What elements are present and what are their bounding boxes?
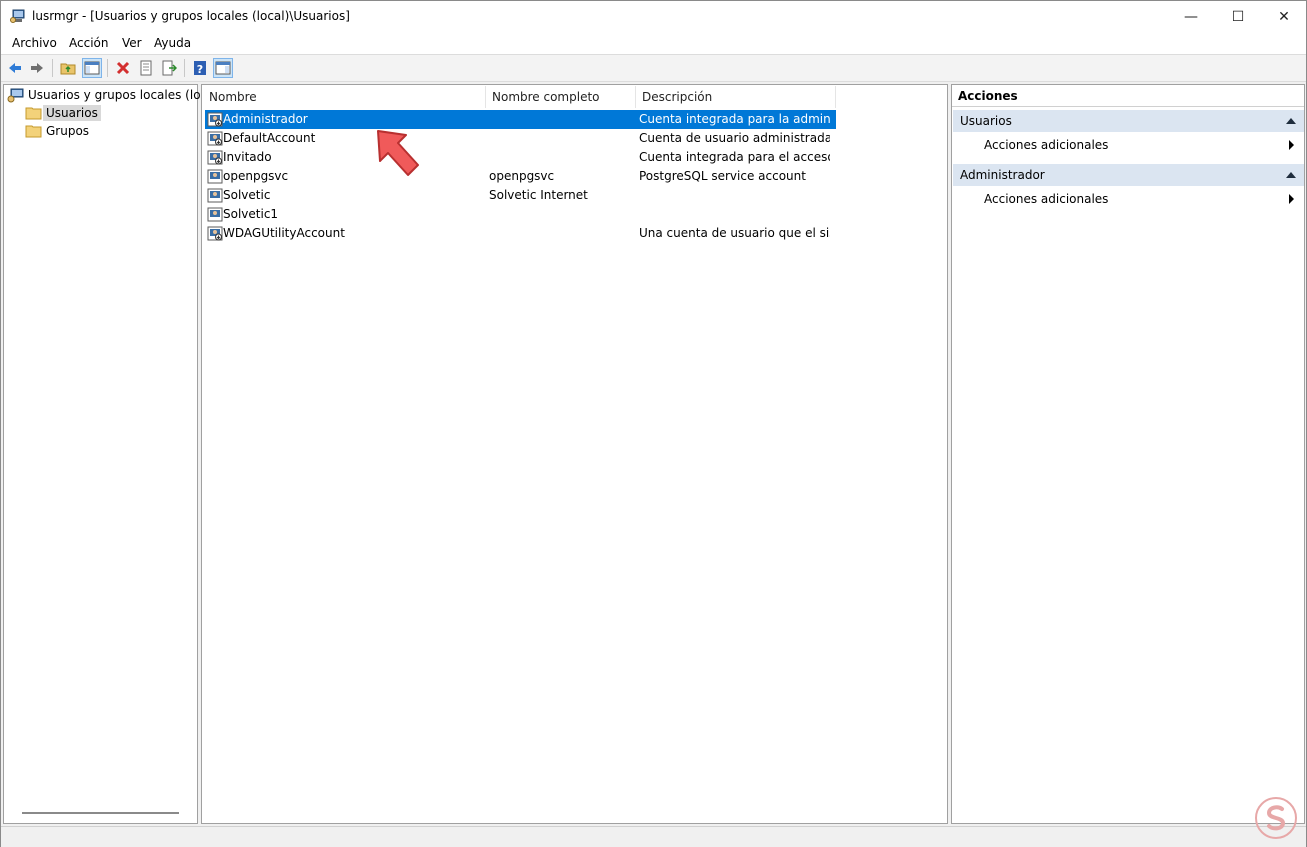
submenu-arrow-icon	[1289, 140, 1294, 150]
horizontal-scrollbar[interactable]	[22, 812, 179, 814]
menu-ver[interactable]: Ver	[122, 36, 142, 50]
toolbar: ?	[1, 54, 1306, 82]
actions-section-usuarios[interactable]: Usuarios	[953, 110, 1304, 132]
tree-item-usuarios[interactable]: Usuarios	[25, 104, 101, 122]
user-description-cell: Una cuenta de usuario que el siste...	[639, 226, 830, 240]
delete-icon[interactable]	[113, 58, 133, 78]
user-name-cell: WDAGUtilityAccount	[223, 226, 345, 240]
watermark-logo-icon	[1255, 797, 1297, 839]
annotation-arrow-icon	[377, 130, 419, 176]
export-list-icon[interactable]	[159, 58, 179, 78]
properties-icon[interactable]	[136, 58, 156, 78]
computer-management-icon	[7, 88, 24, 103]
menu-archivo[interactable]: Archivo	[12, 36, 57, 50]
tree-item-label: Usuarios	[43, 105, 101, 121]
section-header-label: Usuarios	[960, 114, 1012, 128]
user-row[interactable]: DefaultAccount Cuenta de usuario administ…	[205, 129, 836, 148]
user-name-cell: openpgsvc	[223, 169, 289, 183]
show-hide-tree-icon[interactable]	[82, 58, 102, 78]
maximize-button[interactable]: ☐	[1215, 1, 1261, 32]
up-folder-icon[interactable]	[58, 58, 78, 78]
user-description-cell: Cuenta de usuario administrada p...	[639, 131, 830, 145]
folder-icon	[25, 125, 42, 138]
user-full-name-cell: openpgsvc	[489, 169, 555, 183]
back-icon[interactable]	[5, 58, 25, 78]
column-header-nombre[interactable]: Nombre	[203, 86, 486, 108]
user-name-cell: Solvetic1	[223, 207, 279, 221]
column-header-nombre-completo[interactable]: Nombre completo	[486, 86, 636, 108]
menu-accion[interactable]: Acción	[69, 36, 108, 50]
user-name-cell: Solvetic	[223, 188, 271, 202]
minimize-button[interactable]: —	[1168, 1, 1214, 32]
column-header-descripcion[interactable]: Descripción	[636, 86, 836, 108]
user-disabled-icon	[207, 112, 223, 127]
tree-item-grupos[interactable]: Grupos	[25, 122, 92, 140]
user-description-cell: Cuenta integrada para el acceso c...	[639, 150, 830, 164]
tree-root[interactable]: Usuarios y grupos locales (local)	[7, 86, 226, 104]
section-header-label: Administrador	[960, 168, 1045, 182]
computer-management-icon	[10, 9, 25, 23]
user-full-name-cell: Solvetic Internet	[489, 188, 588, 202]
console-tree-pane: Usuarios y grupos locales (local) Usuari…	[3, 84, 223, 824]
svg-text:?: ?	[197, 63, 203, 76]
help-icon[interactable]: ?	[190, 58, 210, 78]
show-hide-action-pane-icon[interactable]	[213, 58, 233, 78]
user-row[interactable]: WDAGUtilityAccount Una cuenta de usuario …	[205, 224, 836, 243]
close-button[interactable]: ✕	[1261, 1, 1307, 32]
menu-bar: Archivo Acción Ver Ayuda	[1, 32, 1306, 54]
window-title: lusrmgr - [Usuarios y grupos locales (lo…	[32, 9, 350, 23]
menu-ayuda[interactable]: Ayuda	[154, 36, 191, 50]
status-bar	[1, 826, 1306, 847]
user-disabled-icon	[207, 150, 223, 165]
user-name-cell: DefaultAccount	[223, 131, 316, 145]
user-description-cell: PostgreSQL service account	[639, 169, 806, 183]
user-description-cell: Cuenta integrada para la administ...	[639, 112, 830, 126]
action-acciones-adicionales[interactable]: Acciones adicionales	[984, 190, 1108, 208]
user-row[interactable]: openpgsvc openpgsvc PostgreSQL service acc…	[205, 167, 836, 186]
lusrmgr-window: lusrmgr - [Usuarios y grupos locales (lo…	[0, 0, 1307, 847]
collapse-icon[interactable]	[1286, 118, 1296, 124]
tree-root-label: Usuarios y grupos locales (local)	[28, 88, 223, 102]
actions-pane: Acciones Usuarios Acciones adicionales A…	[951, 84, 1305, 824]
user-icon	[207, 169, 223, 184]
user-disabled-icon	[207, 226, 223, 241]
folder-icon	[25, 107, 42, 120]
actions-section-administrador[interactable]: Administrador	[953, 164, 1304, 186]
collapse-icon[interactable]	[1286, 172, 1296, 178]
user-row[interactable]: Solvetic Solvetic Internet	[205, 186, 836, 205]
user-list-pane: Nombre Nombre completo Descripción Admin…	[201, 84, 948, 824]
submenu-arrow-icon	[1289, 194, 1294, 204]
user-row[interactable]: Solvetic1	[205, 205, 836, 224]
user-name-cell: Invitado	[223, 150, 272, 164]
user-icon	[207, 207, 223, 222]
user-row[interactable]: Administrador Cuenta integrada para la ad…	[205, 110, 836, 129]
title-bar: lusrmgr - [Usuarios y grupos locales (lo…	[1, 1, 1306, 32]
user-icon	[207, 188, 223, 203]
tree-item-label: Grupos	[46, 124, 90, 138]
forward-icon[interactable]	[27, 58, 47, 78]
user-disabled-icon	[207, 131, 223, 146]
action-acciones-adicionales[interactable]: Acciones adicionales	[984, 136, 1108, 154]
actions-title: Acciones	[952, 85, 1304, 107]
user-row[interactable]: Invitado Cuenta integrada para el acceso …	[205, 148, 836, 167]
user-name-cell: Administrador	[223, 112, 308, 126]
